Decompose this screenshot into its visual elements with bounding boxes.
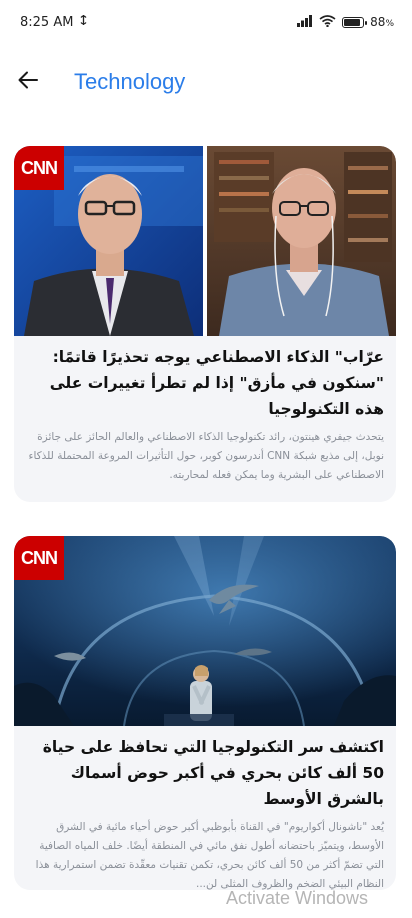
app-bar: Technology [0,56,412,108]
activate-windows-watermark: Activate Windows [226,888,369,908]
article-image-interview [14,146,396,336]
article-headline[interactable]: اكتشف سر التكنولوجيا التي تحافظ على حياة… [26,734,384,812]
signal-icon [297,14,313,30]
article-image-aquarium [14,536,396,726]
battery-percent: 88% [370,15,394,29]
battery-level [344,18,360,26]
status-right: 88% [297,14,394,30]
wifi-icon [319,14,336,30]
article-summary: يُعد "ناشونال أكواريوم" في القناة بأبوظب… [35,821,384,890]
status-time: 8:25 AM [20,14,74,30]
article-card[interactable]: CNN عرّاب" الذكاء الاصطناعي يوجه تحذيرًا… [14,146,396,502]
sync-icon [79,14,88,30]
back-button[interactable] [0,56,56,108]
article-card[interactable]: CNN اكتشف سر التكنولوجيا التي تحافظ على … [14,536,396,890]
page-title: Technology [74,69,186,94]
battery-icon [342,16,368,28]
article-summary: يتحدث جيفري هينتون، رائد تكنولوجيا الذكا… [28,431,384,481]
cnn-logo: CNN [14,146,64,190]
arrow-left-icon [18,71,38,93]
article-thumbnail: CNN [14,146,396,336]
article-body: عرّاب" الذكاء الاصطناعي يوجه تحذيرًا قات… [14,336,396,485]
cnn-logo: CNN [14,536,64,580]
article-body: اكتشف سر التكنولوجيا التي تحافظ على حياة… [14,726,396,890]
status-bar: 8:25 AM 88% [0,0,412,44]
article-headline[interactable]: عرّاب" الذكاء الاصطناعي يوجه تحذيرًا قات… [26,344,384,422]
status-left: 8:25 AM [20,14,88,30]
article-thumbnail: CNN [14,536,396,726]
